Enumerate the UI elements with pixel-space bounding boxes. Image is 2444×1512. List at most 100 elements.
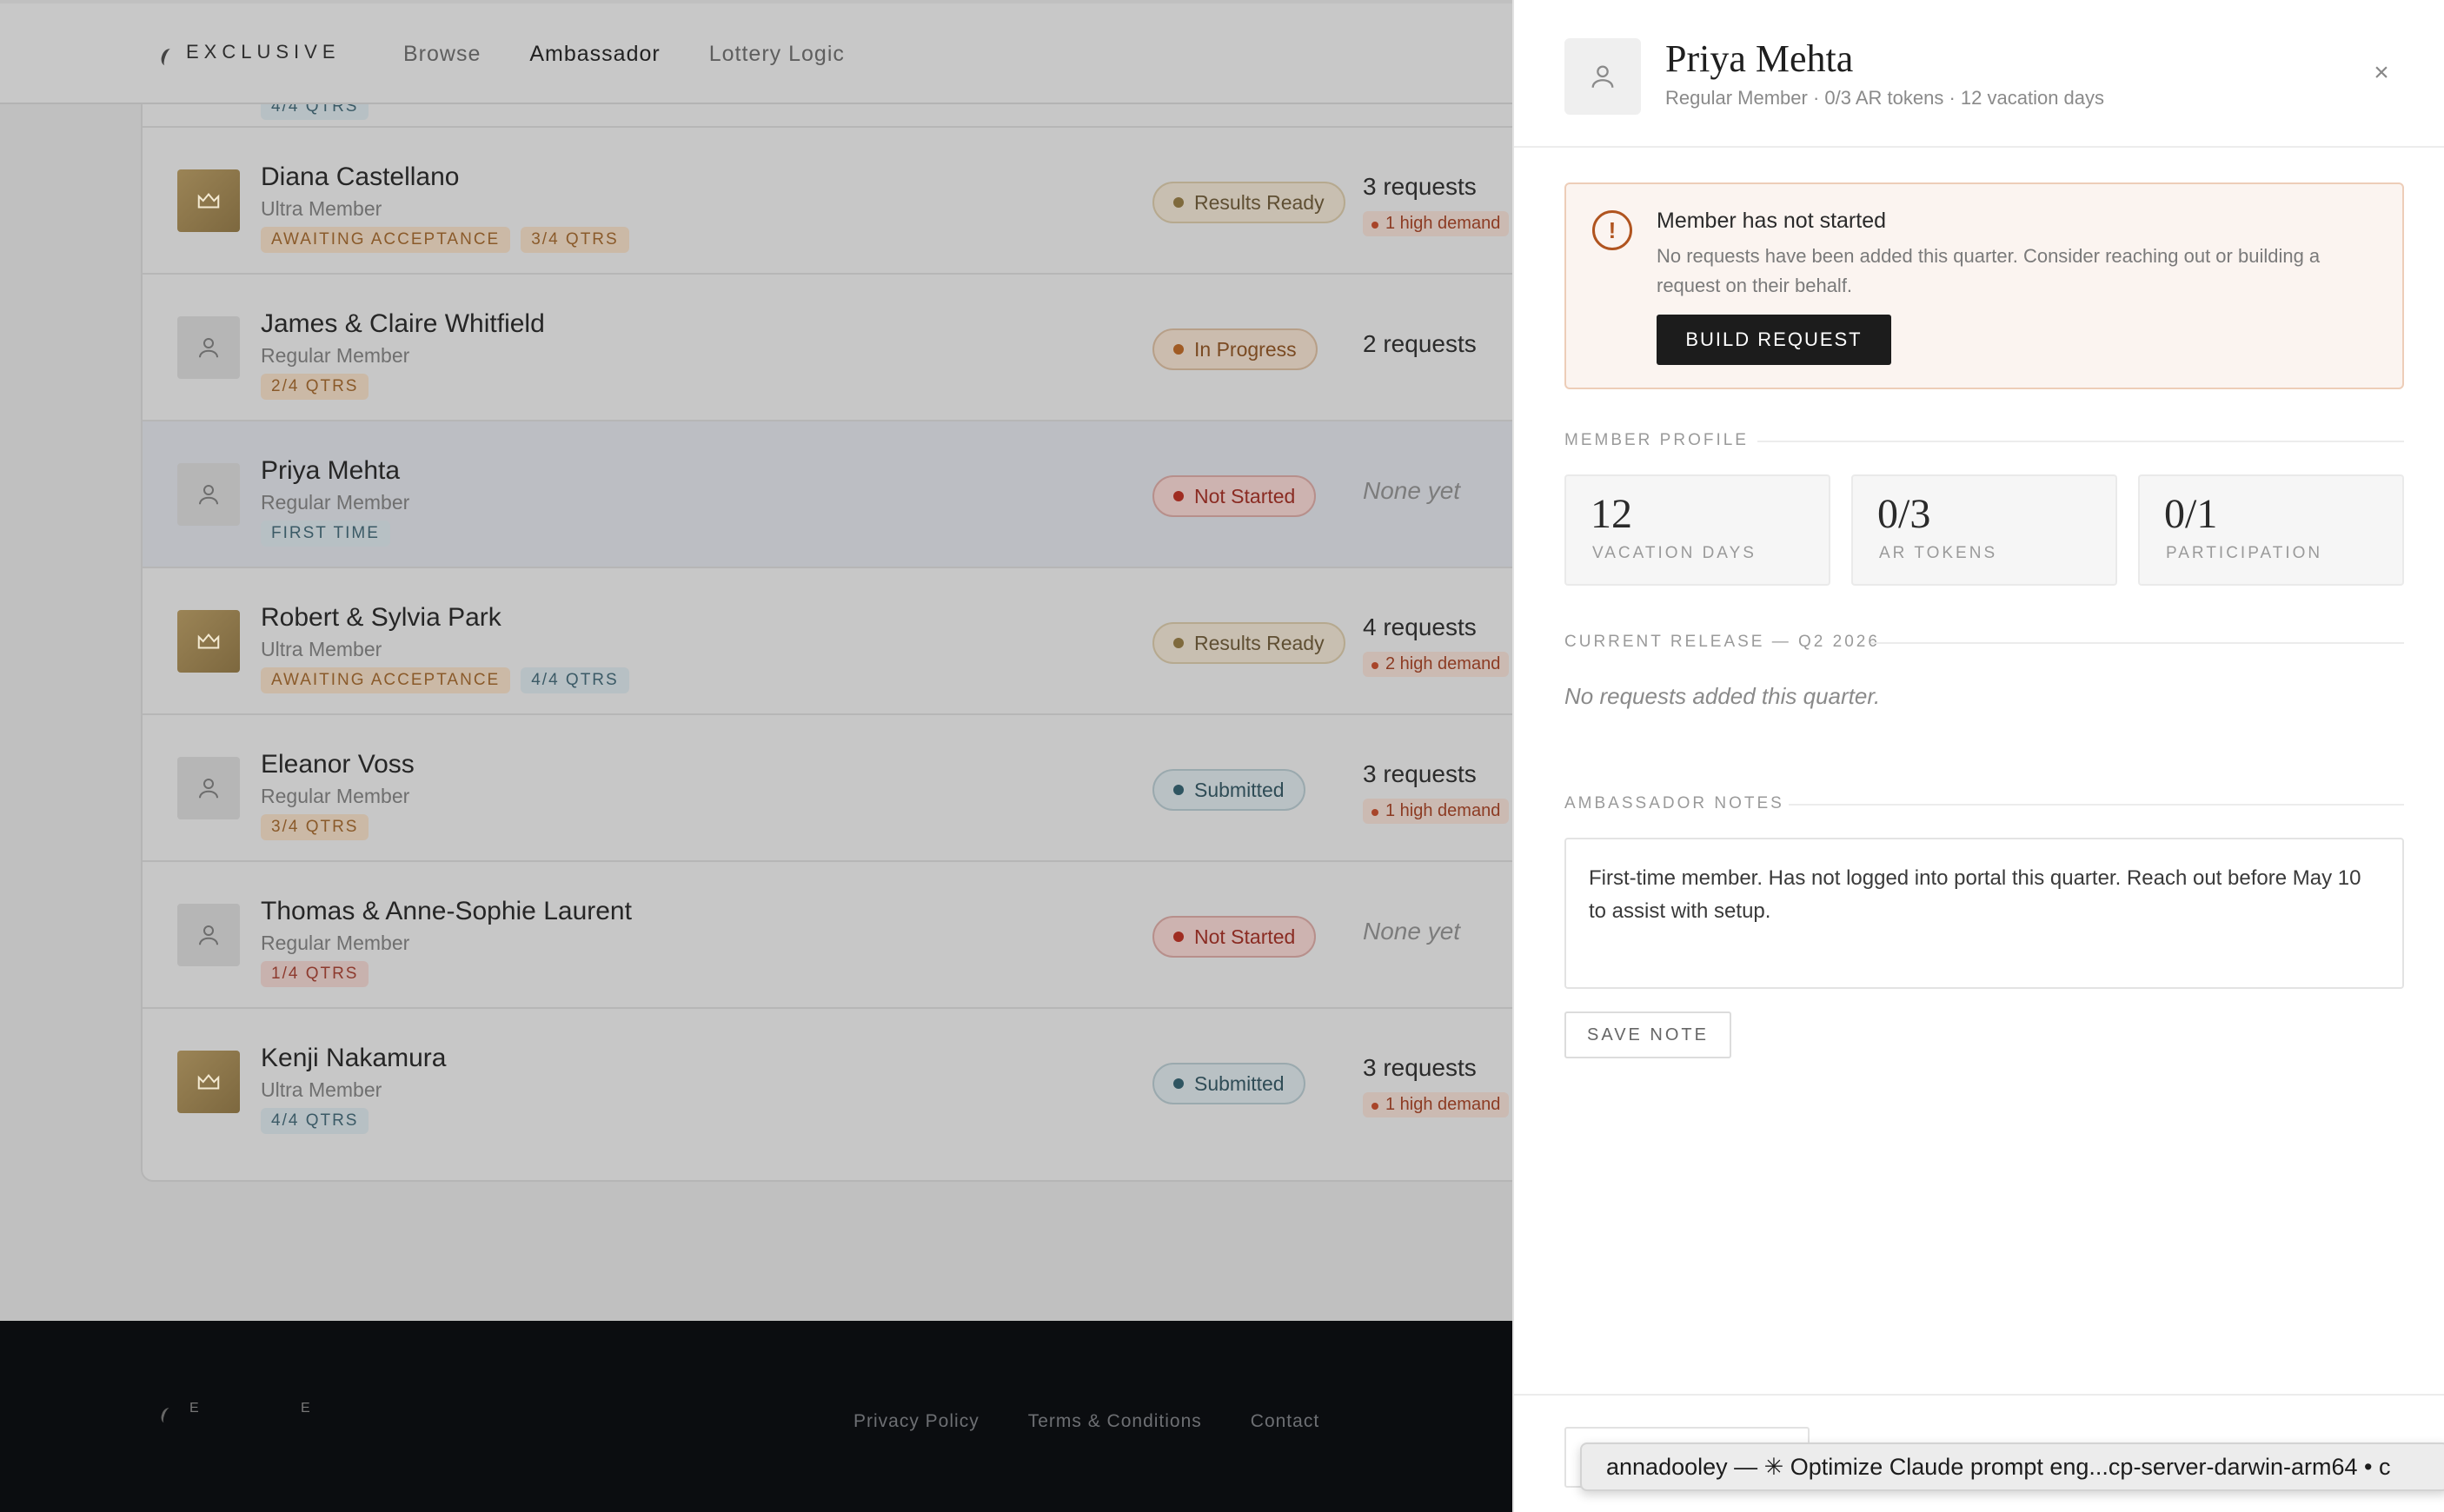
- divider: [1789, 804, 2404, 806]
- footer-brand-mark-icon: [159, 1406, 175, 1425]
- request-count: None yet: [1363, 477, 1461, 504]
- os-window-tooltip: annadooley — ✳ Optimize Claude prompt en…: [1580, 1442, 2444, 1491]
- status-dot: [1173, 638, 1184, 648]
- table-row[interactable]: Diana Castellano Ultra Member AWAITING A…: [143, 128, 1512, 275]
- save-note-button[interactable]: SAVE NOTE: [1564, 1011, 1731, 1058]
- divider: [1757, 441, 2404, 442]
- stat-value: 0/3: [1877, 491, 1931, 537]
- nav-links: Browse Ambassador Lottery Logic: [403, 42, 845, 67]
- crown-icon: [177, 1051, 240, 1113]
- high-demand-badge: 2 high demand: [1363, 652, 1510, 677]
- table-row-selected[interactable]: Priya Mehta Regular Member FIRST TIME No…: [143, 421, 1512, 568]
- status-label: Not Started: [1194, 484, 1296, 507]
- status-badge: Not Started: [1152, 475, 1317, 517]
- request-count: None yet: [1363, 918, 1461, 945]
- member-tags: FIRST TIME: [261, 521, 390, 547]
- member-name: Diana Castellano: [261, 162, 460, 191]
- status-label: Results Ready: [1194, 190, 1325, 214]
- member-tags: 4/4 QTRS: [261, 1108, 369, 1134]
- status-dot: [1173, 491, 1184, 501]
- member-tags: AWAITING ACCEPTANCE 3/4 QTRS: [261, 227, 629, 253]
- table-row[interactable]: James & Claire Whitfield Regular Member …: [143, 275, 1512, 421]
- footer-contact-link[interactable]: Contact: [1251, 1411, 1319, 1432]
- person-icon: [1564, 38, 1641, 115]
- quarters-tag: 3/4 QTRS: [261, 814, 369, 840]
- request-count: 3 requests: [1363, 760, 1477, 787]
- brand-mark-icon: [159, 47, 176, 68]
- member-name: James & Claire Whitfield: [261, 309, 545, 338]
- divider: [1514, 1394, 2444, 1396]
- nav-browse[interactable]: Browse: [403, 42, 481, 67]
- status-badge: In Progress: [1152, 328, 1318, 370]
- member-profile-label: MEMBER PROFILE: [1564, 431, 1749, 449]
- quarters-tag: 2/4 QTRS: [261, 374, 369, 400]
- member-list-card: 4/4 QTRS Diana Castellano Ultra Member A…: [141, 52, 1512, 1182]
- status-badge: Submitted: [1152, 769, 1305, 811]
- crown-icon: [177, 169, 240, 232]
- warning-icon: !: [1592, 210, 1632, 250]
- awaiting-tag: AWAITING ACCEPTANCE: [261, 667, 511, 693]
- ambassador-notes-label: AMBASSADOR NOTES: [1564, 794, 1784, 812]
- high-demand-badge: 1 high demand: [1363, 1092, 1510, 1117]
- member-tags: AWAITING ACCEPTANCE 4/4 QTRS: [261, 667, 629, 693]
- stat-label: PARTICIPATION: [2166, 544, 2323, 562]
- member-tier: Regular Member: [261, 932, 410, 954]
- member-tier: Ultra Member: [261, 1078, 382, 1101]
- person-icon: [177, 463, 240, 526]
- member-tier: Ultra Member: [261, 638, 382, 660]
- first-time-tag: FIRST TIME: [261, 521, 390, 547]
- alert-title: Member has not started: [1657, 209, 1887, 233]
- drawer-member-subtitle: Regular Member · 0/3 AR tokens · 12 vaca…: [1665, 87, 2105, 109]
- status-label: Submitted: [1194, 1071, 1285, 1095]
- status-label: Not Started: [1194, 925, 1296, 948]
- request-count: 2 requests: [1363, 330, 1477, 357]
- brand-logo[interactable]: EXCLUSIVE: [159, 38, 341, 68]
- stat-label: AR TOKENS: [1879, 544, 1998, 562]
- table-row[interactable]: Robert & Sylvia Park Ultra Member AWAITI…: [143, 568, 1512, 715]
- member-tier: Regular Member: [261, 785, 410, 807]
- request-count: 3 requests: [1363, 173, 1477, 200]
- table-row[interactable]: Eleanor Voss Regular Member 3/4 QTRS Sub…: [143, 715, 1512, 862]
- member-name: Kenji Nakamura: [261, 1044, 447, 1072]
- site-footer: E E Privacy Policy Terms & Conditions Co…: [0, 1321, 1512, 1512]
- status-dot: [1173, 785, 1184, 795]
- member-tags: 1/4 QTRS: [261, 961, 369, 987]
- status-badge: Submitted: [1152, 1063, 1305, 1104]
- nav-lottery-logic[interactable]: Lottery Logic: [709, 42, 845, 67]
- quarters-tag: 4/4 QTRS: [261, 1108, 369, 1134]
- footer-links: Privacy Policy Terms & Conditions Contac…: [853, 1411, 1319, 1432]
- status-badge: Results Ready: [1152, 182, 1345, 223]
- person-icon: [177, 316, 240, 379]
- footer-privacy-link[interactable]: Privacy Policy: [853, 1411, 980, 1432]
- member-tags: 2/4 QTRS: [261, 374, 369, 400]
- status-badge: Not Started: [1152, 916, 1317, 958]
- request-count: 3 requests: [1363, 1054, 1477, 1081]
- brand-name: EXCLUSIVE: [186, 41, 341, 63]
- footer-terms-link[interactable]: Terms & Conditions: [1028, 1411, 1202, 1432]
- status-dot: [1173, 197, 1184, 208]
- top-navigation: EXCLUSIVE Browse Ambassador Lottery Logi…: [0, 3, 1512, 104]
- build-request-button[interactable]: BUILD REQUEST: [1657, 315, 1891, 365]
- ambassador-notes-textarea[interactable]: First-time member. Has not logged into p…: [1564, 838, 2404, 989]
- request-count: 4 requests: [1363, 613, 1477, 640]
- nav-ambassador[interactable]: Ambassador: [529, 42, 660, 67]
- member-detail-drawer: Priya Mehta Regular Member · 0/3 AR toke…: [1512, 0, 2444, 1512]
- status-label: Submitted: [1194, 778, 1285, 801]
- member-tags: 3/4 QTRS: [261, 814, 369, 840]
- quarters-tag: 4/4 QTRS: [521, 667, 629, 693]
- status-dot: [1173, 932, 1184, 942]
- crown-icon: [177, 610, 240, 673]
- close-icon[interactable]: ×: [2366, 57, 2397, 89]
- stat-vacation-days: 12 VACATION DAYS: [1564, 474, 1830, 586]
- divider: [1870, 642, 2404, 644]
- table-row[interactable]: Thomas & Anne-Sophie Laurent Regular Mem…: [143, 862, 1512, 1009]
- ambassador-page: 4/4 QTRS Diana Castellano Ultra Member A…: [0, 0, 1512, 1512]
- drawer-member-name: Priya Mehta: [1665, 37, 1854, 80]
- alert-text: No requests have been added this quarter…: [1657, 245, 2321, 296]
- stat-participation: 0/1 PARTICIPATION: [2138, 474, 2404, 586]
- table-row[interactable]: Kenji Nakamura Ultra Member 4/4 QTRS Sub…: [143, 1009, 1512, 1156]
- status-badge: Results Ready: [1152, 622, 1345, 664]
- status-label: In Progress: [1194, 337, 1297, 361]
- awaiting-tag: AWAITING ACCEPTANCE: [261, 227, 511, 253]
- high-demand-badge: 1 high demand: [1363, 211, 1510, 236]
